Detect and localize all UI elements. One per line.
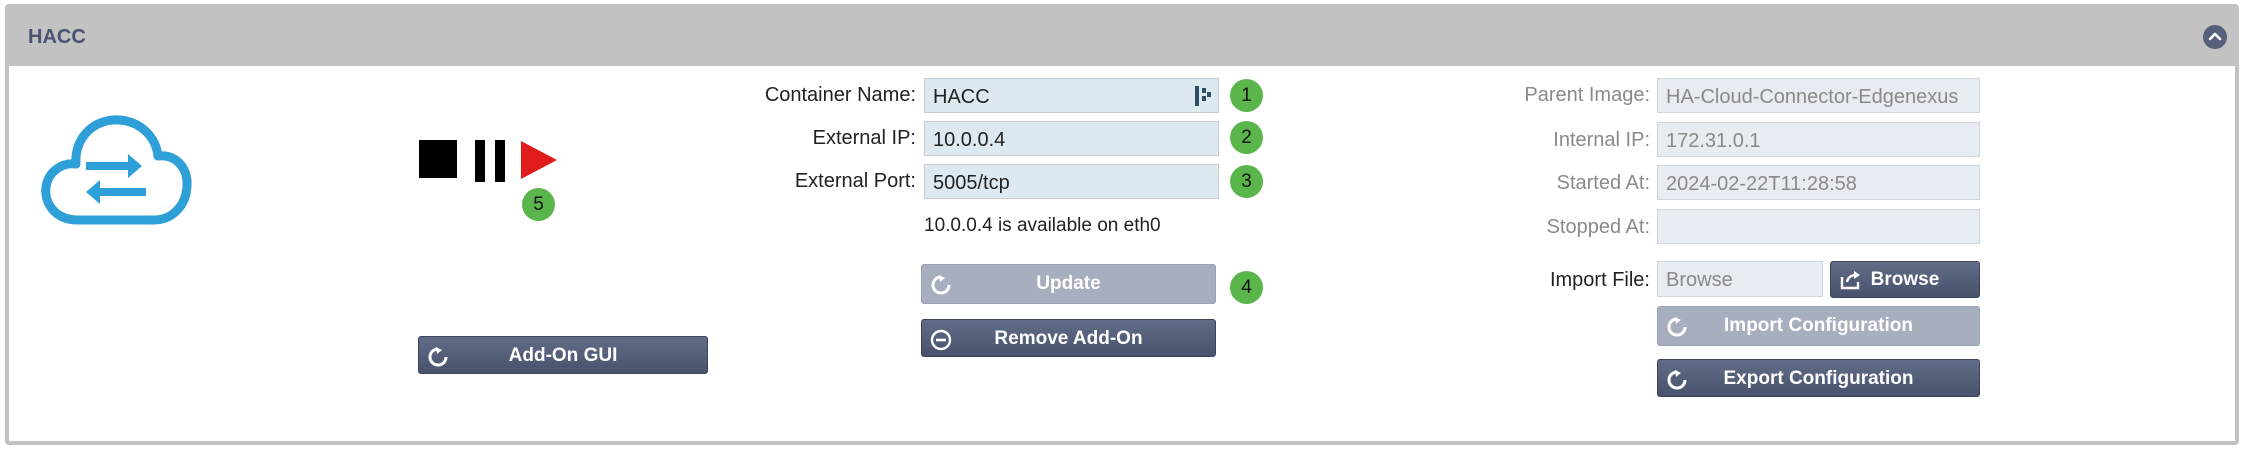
remove-addon-button[interactable]: Remove Add-On xyxy=(921,319,1216,357)
remove-addon-label: Remove Add-On xyxy=(994,328,1143,349)
panel-title: HACC xyxy=(28,26,86,48)
external-ip-field[interactable]: 10.0.0.4 xyxy=(924,121,1219,156)
update-button[interactable]: Update xyxy=(921,264,1216,304)
refresh-icon xyxy=(428,347,448,367)
export-configuration-button[interactable]: Export Configuration xyxy=(1657,359,1980,397)
container-name-value: HACC xyxy=(933,86,990,108)
panel-header[interactable]: HACC xyxy=(9,8,2235,66)
import-configuration-label: Import Configuration xyxy=(1724,315,1913,336)
play-icon[interactable] xyxy=(521,141,557,184)
collapse-icon[interactable] xyxy=(2203,25,2227,49)
annotation-badge-5: 5 xyxy=(522,188,555,221)
browse-button[interactable]: Browse xyxy=(1830,261,1980,298)
started-at-label: Started At: xyxy=(1556,172,1650,194)
external-ip-label: External IP: xyxy=(812,127,916,149)
started-at-field: 2024-02-22T11:28:58 xyxy=(1657,165,1980,200)
stopped-at-field xyxy=(1657,209,1980,244)
refresh-icon xyxy=(931,275,951,295)
availability-text: 10.0.0.4 is available on eth0 xyxy=(924,215,1161,236)
internal-ip-field: 172.31.0.1 xyxy=(1657,122,1980,157)
refresh-icon xyxy=(1667,370,1687,390)
addon-gui-button[interactable]: Add-On GUI xyxy=(418,336,708,374)
external-port-label: External Port: xyxy=(794,170,916,192)
stopped-at-label: Stopped At: xyxy=(1546,216,1650,238)
pause-icon[interactable] xyxy=(475,140,507,182)
annotation-badge-2: 2 xyxy=(1230,121,1263,154)
container-name-field[interactable]: HACC xyxy=(924,78,1219,113)
addon-gui-label: Add-On GUI xyxy=(508,345,618,366)
stop-icon[interactable] xyxy=(419,140,457,178)
export-configuration-label: Export Configuration xyxy=(1723,368,1914,389)
parent-image-label: Parent Image: xyxy=(1524,84,1650,106)
cloud-sync-icon xyxy=(40,110,192,231)
parent-image-field: HA-Cloud-Connector-Edgenexus xyxy=(1657,78,1980,113)
refresh-icon xyxy=(1667,317,1687,337)
annotation-badge-3: 3 xyxy=(1230,165,1263,198)
internal-ip-label: Internal IP: xyxy=(1553,129,1650,151)
import-file-input[interactable]: Browse xyxy=(1657,261,1823,297)
external-port-field[interactable]: 5005/tcp xyxy=(924,164,1219,199)
keyboard-icon[interactable] xyxy=(1194,85,1212,107)
update-label: Update xyxy=(1036,273,1101,294)
annotation-badge-4: 4 xyxy=(1230,271,1263,304)
share-icon xyxy=(1840,271,1860,290)
import-file-label: Import File: xyxy=(1549,269,1650,291)
annotation-badge-1: 1 xyxy=(1230,79,1263,112)
browse-label: Browse xyxy=(1870,269,1940,290)
import-configuration-button[interactable]: Import Configuration xyxy=(1657,306,1980,346)
minus-circle-icon xyxy=(930,329,952,351)
container-name-label: Container Name: xyxy=(764,84,916,106)
